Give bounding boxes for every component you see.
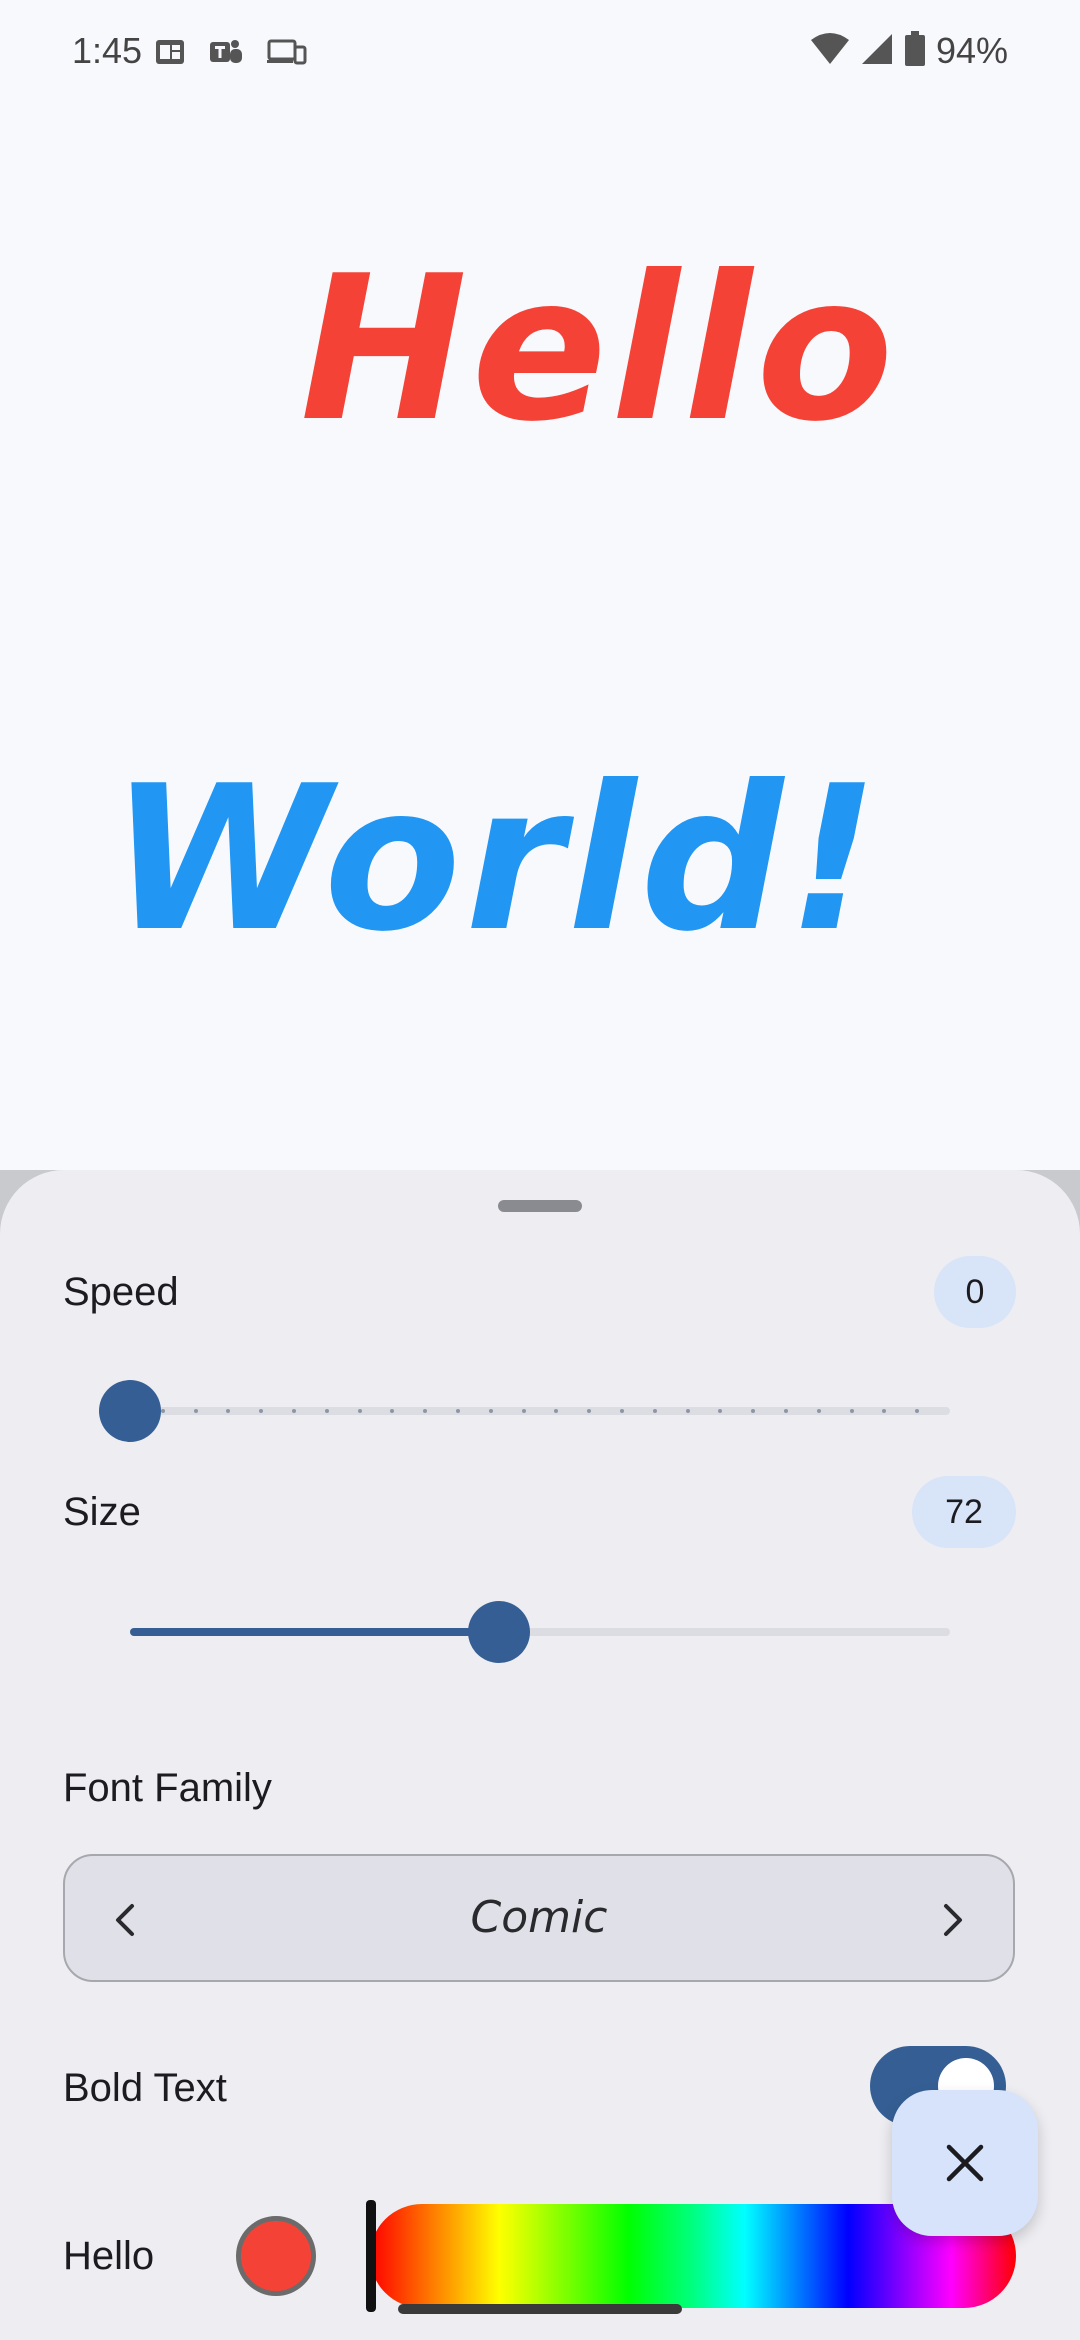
speed-slider-tick bbox=[784, 1409, 788, 1413]
size-slider-thumb[interactable] bbox=[468, 1601, 530, 1663]
speed-slider-tick bbox=[193, 1409, 198, 1413]
size-slider-active-track bbox=[130, 1628, 499, 1636]
app-root: 1:45 94% Hello World! Speed 0 Size 72 Fo… bbox=[0, 0, 1080, 2340]
speed-slider-tick bbox=[685, 1409, 690, 1413]
speed-slider-tick bbox=[488, 1409, 493, 1413]
font-next-button[interactable] bbox=[923, 1890, 983, 1950]
outlook-icon bbox=[152, 36, 188, 68]
settings-bottom-sheet: Speed 0 Size 72 Font Family Comic Bold T… bbox=[0, 1170, 1080, 2340]
speed-slider-tick bbox=[816, 1409, 821, 1413]
bold-text-label: Bold Text bbox=[63, 2066, 227, 2110]
preview-word-world: World! bbox=[110, 743, 883, 976]
devices-icon bbox=[266, 36, 308, 68]
speed-slider-thumb[interactable] bbox=[99, 1380, 161, 1442]
speed-slider-tick bbox=[324, 1409, 329, 1413]
wifi-icon bbox=[810, 32, 850, 71]
speed-slider-tick bbox=[357, 1409, 362, 1413]
chevron-right-icon bbox=[944, 1904, 962, 1936]
hue-slider-cursor[interactable] bbox=[366, 2200, 376, 2312]
battery-icon bbox=[904, 30, 926, 72]
hello-color-swatch[interactable] bbox=[236, 2216, 316, 2296]
speed-value: 0 bbox=[965, 1272, 985, 1311]
speed-label: Speed bbox=[63, 1270, 179, 1314]
battery-percent: 94% bbox=[935, 30, 1008, 71]
font-family-label: Font Family bbox=[63, 1766, 272, 1810]
size-slider[interactable] bbox=[130, 1601, 950, 1663]
teams-icon bbox=[208, 36, 244, 68]
size-value: 72 bbox=[945, 1492, 983, 1531]
font-family-value: Comic bbox=[470, 1892, 608, 1943]
speed-slider-tick bbox=[521, 1409, 526, 1413]
close-button[interactable] bbox=[892, 2090, 1038, 2236]
speed-slider-tick bbox=[292, 1409, 296, 1413]
speed-slider-track bbox=[130, 1407, 950, 1415]
signal-icon bbox=[860, 32, 894, 71]
size-value-chip: 72 bbox=[912, 1476, 1016, 1548]
size-label: Size bbox=[63, 1490, 141, 1534]
drag-handle[interactable] bbox=[498, 1200, 582, 1212]
speed-slider-tick bbox=[652, 1409, 657, 1413]
status-bar: 1:45 94% bbox=[0, 0, 1080, 110]
speed-slider-tick bbox=[620, 1409, 624, 1413]
speed-slider-tick bbox=[456, 1409, 460, 1413]
status-time: 1:45 bbox=[72, 30, 143, 71]
status-right-group: 94% bbox=[810, 30, 1008, 72]
speed-slider[interactable] bbox=[99, 1380, 950, 1442]
speed-slider-tick bbox=[160, 1409, 165, 1413]
font-family-selector: Comic bbox=[63, 1854, 1015, 1982]
speed-slider-tick bbox=[849, 1409, 854, 1413]
close-icon bbox=[946, 2144, 984, 2182]
preview-word-hello: Hello bbox=[300, 233, 898, 466]
hello-color-label: Hello bbox=[63, 2234, 155, 2278]
speed-value-chip: 0 bbox=[934, 1256, 1016, 1328]
gesture-nav-handle[interactable] bbox=[398, 2304, 682, 2314]
